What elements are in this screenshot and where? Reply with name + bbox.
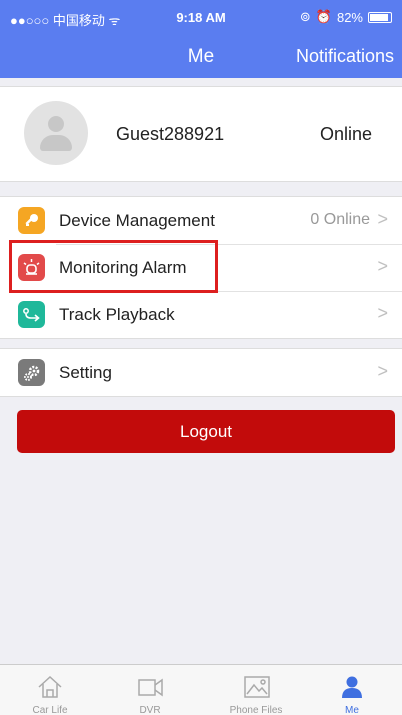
profile-card[interactable]: Guest288921 Online bbox=[0, 86, 402, 182]
tab-me[interactable]: Me bbox=[302, 665, 402, 715]
device-management-row[interactable]: Device Management 0 Online > bbox=[0, 197, 402, 244]
tab-label: Car Life bbox=[32, 705, 68, 715]
alarm-clock-icon: ⏰ bbox=[315, 9, 332, 24]
image-icon bbox=[244, 676, 270, 698]
track-playback-row[interactable]: Track Playback > bbox=[0, 291, 402, 338]
menu-group-settings: Setting > bbox=[0, 348, 402, 397]
tab-dvr[interactable]: DVR bbox=[100, 665, 200, 715]
tab-label: DVR bbox=[139, 705, 161, 715]
notifications-button[interactable]: Notifications bbox=[296, 46, 394, 67]
setting-label: Setting bbox=[59, 363, 112, 382]
avatar-body bbox=[40, 135, 72, 151]
tab-bar: Car Life DVR Phone Files Me bbox=[0, 664, 402, 715]
status-bar: ●●○○○ 中国移动 ᯤ 9:18 AM ⊚ ⏰ 82% bbox=[0, 0, 402, 36]
highlight-box bbox=[9, 240, 218, 293]
username: Guest288921 bbox=[116, 124, 225, 144]
home-icon bbox=[38, 675, 62, 698]
chevron-right-icon: > bbox=[377, 303, 388, 323]
battery-icon bbox=[368, 11, 392, 23]
chevron-right-icon: > bbox=[377, 256, 388, 276]
route-icon bbox=[18, 301, 45, 328]
setting-row[interactable]: Setting > bbox=[0, 349, 402, 396]
device-online-count: 0 Online bbox=[310, 211, 370, 228]
gears-icon bbox=[18, 359, 45, 386]
tab-label: Me bbox=[345, 705, 359, 715]
online-status: Online bbox=[319, 124, 372, 144]
lock-rotation-icon: ⊚ bbox=[299, 9, 311, 24]
video-camera-icon bbox=[138, 678, 163, 697]
device-management-label: Device Management bbox=[59, 211, 215, 230]
status-right: ⊚ ⏰ 82% bbox=[300, 9, 392, 25]
key-icon bbox=[18, 207, 45, 234]
battery-percent: 82% bbox=[336, 9, 363, 25]
tab-phone-files[interactable]: Phone Files bbox=[206, 665, 306, 715]
person-icon bbox=[342, 676, 362, 698]
top-header: ●●○○○ 中国移动 ᯤ 9:18 AM ⊚ ⏰ 82% Me Notifica… bbox=[0, 0, 402, 78]
chevron-right-icon: > bbox=[377, 209, 388, 229]
tab-label: Phone Files bbox=[229, 705, 283, 715]
tab-car-life[interactable]: Car Life bbox=[0, 665, 100, 715]
track-playback-label: Track Playback bbox=[59, 305, 175, 324]
logout-button[interactable]: Logout bbox=[17, 410, 395, 453]
avatar-head bbox=[48, 116, 64, 132]
avatar[interactable] bbox=[24, 101, 88, 165]
chevron-right-icon: > bbox=[377, 361, 388, 381]
